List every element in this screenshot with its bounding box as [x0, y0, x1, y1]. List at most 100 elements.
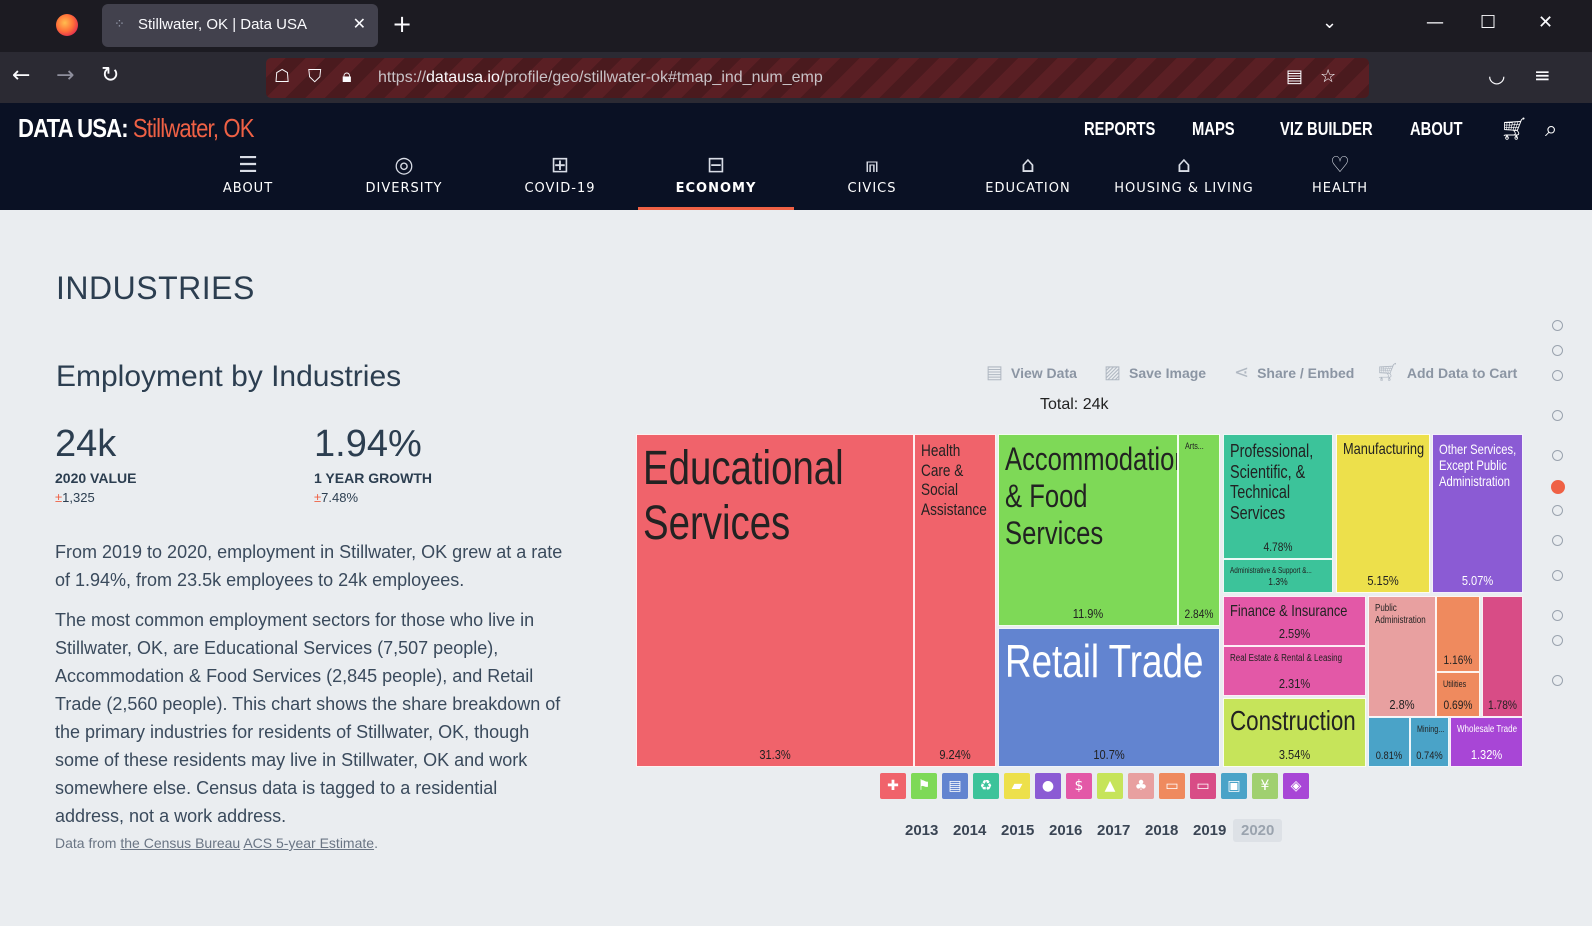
- section-nav-dot[interactable]: [1552, 675, 1563, 686]
- nav-link-about[interactable]: ABOUT: [1410, 119, 1462, 140]
- back-icon[interactable]: ←: [12, 63, 30, 88]
- treemap-cell-percent: 0.69%: [1443, 698, 1473, 712]
- stat-2020-value: 24k 2020 VALUE ±1,325: [55, 422, 136, 505]
- maximize-icon[interactable]: ☐: [1480, 12, 1496, 33]
- source-link-acs[interactable]: ACS 5-year Estimate: [243, 835, 374, 851]
- add-to-cart-button[interactable]: 🛒︎ Add Data to Cart: [1376, 362, 1517, 383]
- treemap-cell[interactable]: Wholesale Trade 1.32%: [1450, 717, 1523, 767]
- section-nav-dot[interactable]: [1552, 410, 1563, 421]
- section-nav-dot[interactable]: [1552, 610, 1563, 621]
- section-tab-civics[interactable]: ⩎ CIVICS: [794, 151, 950, 210]
- legend-swatch[interactable]: $: [1066, 773, 1092, 799]
- browser-tab[interactable]: ⁘ Stillwater, OK | Data USA ✕: [102, 4, 378, 47]
- treemap-cell[interactable]: Finance & Insurance 2.59%: [1223, 596, 1366, 646]
- tab-close-icon[interactable]: ✕: [353, 14, 366, 33]
- treemap-cell[interactable]: Mining... 0.74%: [1410, 717, 1449, 767]
- legend-swatch[interactable]: ♣: [1128, 773, 1154, 799]
- nav-link-reports[interactable]: REPORTS: [1084, 119, 1155, 140]
- share-embed-button[interactable]: ⋖ Share / Embed: [1234, 362, 1354, 383]
- year-button-2016[interactable]: 2016: [1049, 822, 1082, 839]
- section-nav-dot[interactable]: [1552, 345, 1563, 356]
- treemap-cell[interactable]: Educational Services 31.3%: [636, 434, 914, 767]
- treemap-cell[interactable]: Utilities 0.69%: [1436, 672, 1480, 717]
- treemap-cell[interactable]: Public Administration 2.8%: [1368, 596, 1436, 717]
- treemap-cell[interactable]: Real Estate & Rental & Leasing 2.31%: [1223, 646, 1366, 696]
- site-logo[interactable]: DATA USA: Stillwater, OK: [18, 113, 254, 144]
- year-button-2013[interactable]: 2013: [905, 822, 938, 839]
- treemap-cell[interactable]: Professional, Scientific, & Technical Se…: [1223, 434, 1333, 559]
- nav-link-maps[interactable]: MAPS: [1192, 119, 1235, 140]
- reader-view-icon[interactable]: ▤: [1286, 66, 1303, 87]
- save-image-button[interactable]: ▨ Save Image: [1104, 362, 1206, 383]
- treemap-cell[interactable]: 1.78%: [1482, 596, 1523, 717]
- section-nav-dot[interactable]: [1552, 450, 1563, 461]
- legend-swatch[interactable]: ▭: [1190, 773, 1216, 799]
- legend-swatch[interactable]: ▲: [1097, 773, 1123, 799]
- treemap-cell[interactable]: Arts... 2.84%: [1178, 434, 1220, 626]
- robot-icon[interactable]: ☖: [274, 66, 290, 87]
- close-window-icon[interactable]: ✕: [1538, 12, 1553, 33]
- legend-swatch[interactable]: ●: [1035, 773, 1061, 799]
- treemap-cell-percent: 2.59%: [1278, 626, 1311, 641]
- legend-swatch[interactable]: ▰: [1004, 773, 1030, 799]
- search-icon[interactable]: ⌕: [1545, 117, 1557, 142]
- treemap-cell[interactable]: Administrative & Support &... 1.3%: [1223, 559, 1333, 593]
- firefox-menu-icon[interactable]: [56, 14, 78, 36]
- legend-swatch[interactable]: ▣: [1221, 773, 1247, 799]
- pocket-icon[interactable]: ◡: [1488, 63, 1505, 87]
- treemap-cell[interactable]: 1.16%: [1436, 596, 1480, 672]
- year-button-2020[interactable]: 2020: [1233, 819, 1283, 842]
- treemap-cell[interactable]: Accommodation & Food Services 11.9%: [998, 434, 1178, 626]
- nav-link-viz-builder[interactable]: VIZ BUILDER: [1280, 119, 1373, 140]
- cart-icon[interactable]: 🛒︎: [1500, 117, 1528, 142]
- minimize-icon[interactable]: —: [1426, 12, 1444, 33]
- legend-swatch[interactable]: ⚑: [911, 773, 937, 799]
- year-button-2019[interactable]: 2019: [1193, 822, 1226, 839]
- year-button-2015[interactable]: 2015: [1001, 822, 1034, 839]
- section-tab-housing[interactable]: ⌂ HOUSING & LIVING: [1106, 151, 1262, 210]
- section-nav-dot[interactable]: [1551, 480, 1565, 494]
- new-tab-button[interactable]: +: [392, 10, 412, 38]
- section-tab-education[interactable]: ⌂ EDUCATION: [950, 151, 1106, 210]
- section-nav-dot[interactable]: [1552, 320, 1563, 331]
- forward-icon[interactable]: →: [56, 63, 74, 88]
- legend-swatch[interactable]: ✚: [880, 773, 906, 799]
- source-link-census[interactable]: the Census Bureau: [120, 835, 240, 851]
- lock-icon[interactable]: 🔒︎: [342, 66, 352, 87]
- treemap-cell[interactable]: Manufacturing 5.15%: [1336, 434, 1430, 593]
- treemap-cell[interactable]: 0.81%: [1368, 717, 1410, 767]
- section-tab-health[interactable]: ♡ HEALTH: [1262, 151, 1418, 210]
- bookmark-star-icon[interactable]: ☆: [1320, 66, 1336, 87]
- section-nav-dot[interactable]: [1552, 570, 1563, 581]
- year-button-2017[interactable]: 2017: [1097, 822, 1130, 839]
- year-button-2014[interactable]: 2014: [953, 822, 986, 839]
- view-data-button[interactable]: ▤ View Data: [986, 362, 1077, 383]
- section-title: INDUSTRIES: [56, 270, 255, 306]
- section-tab-about[interactable]: ☰ ABOUT: [170, 151, 326, 210]
- treemap-cell[interactable]: Construction 3.54%: [1223, 698, 1366, 767]
- menu-icon[interactable]: ≡: [1534, 63, 1551, 87]
- legend-swatch[interactable]: ▤: [942, 773, 968, 799]
- section-tab-diversity[interactable]: ◎ DIVERSITY: [326, 151, 482, 210]
- section-nav-dot[interactable]: [1552, 370, 1563, 381]
- browser-tab-bar: ⁘ Stillwater, OK | Data USA ✕ + ⌄ — ☐ ✕: [0, 0, 1592, 52]
- treemap-cell-label: Wholesale Trade: [1457, 724, 1518, 735]
- legend-swatch[interactable]: ♻: [973, 773, 999, 799]
- section-nav-dot[interactable]: [1552, 535, 1563, 546]
- treemap-cell[interactable]: Other Services, Except Public Administra…: [1432, 434, 1523, 593]
- reload-icon[interactable]: ↻: [101, 63, 119, 88]
- legend-swatch[interactable]: ◈: [1283, 773, 1309, 799]
- year-button-2018[interactable]: 2018: [1145, 822, 1178, 839]
- legend-swatch[interactable]: ▭: [1159, 773, 1185, 799]
- section-tab-economy[interactable]: ⊟ ECONOMY: [638, 151, 794, 210]
- shield-icon[interactable]: ⛉: [308, 66, 322, 87]
- section-nav-dot[interactable]: [1552, 505, 1563, 516]
- legend-swatch[interactable]: ¥: [1252, 773, 1278, 799]
- list-tabs-icon[interactable]: ⌄: [1322, 12, 1337, 33]
- treemap-cell[interactable]: Retail Trade 10.7%: [998, 628, 1220, 767]
- section-tab-covid[interactable]: ⊞ COVID-19: [482, 151, 638, 210]
- section-nav-dot[interactable]: [1552, 635, 1563, 646]
- treemap-cell[interactable]: Health Care & Social Assistance 9.24%: [914, 434, 996, 767]
- url-text[interactable]: https://datausa.io/profile/geo/stillwate…: [378, 69, 823, 87]
- url-bar[interactable]: ☖ ⛉ 🔒︎ https://datausa.io/profile/geo/st…: [266, 58, 1369, 98]
